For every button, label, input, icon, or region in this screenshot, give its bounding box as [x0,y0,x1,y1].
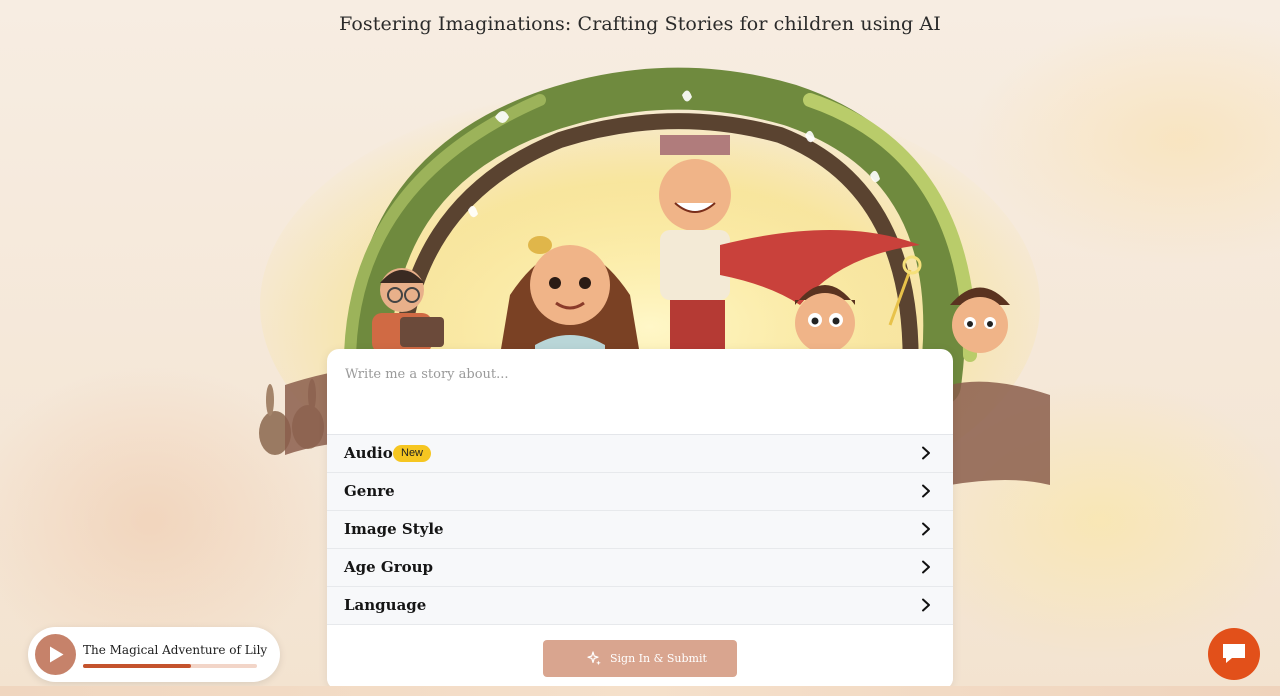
option-language-label: Language [344,596,427,614]
story-prompt-input[interactable] [345,367,935,422]
chevron-right-icon [922,560,930,574]
sparkles-icon [587,651,601,666]
story-form-card: Audio New Genre Image Style Age Group La… [327,349,953,690]
audio-progress-bar[interactable] [83,664,257,668]
story-prompt-area [327,349,953,435]
new-badge: New [393,445,432,462]
chat-button[interactable] [1208,628,1260,680]
option-audio-label: Audio [344,444,393,462]
chevron-right-icon [922,598,930,612]
option-language[interactable]: Language [327,587,953,625]
chevron-right-icon [922,522,930,536]
option-age-group-label: Age Group [344,558,434,576]
audio-title: The Magical Adventure of Lily [83,643,268,657]
page-bottom-edge [0,686,1280,696]
option-genre-label: Genre [344,482,395,500]
option-audio[interactable]: Audio New [327,435,953,473]
story-options-list: Audio New Genre Image Style Age Group La… [327,435,953,625]
page-subtitle: Fostering Imaginations: Crafting Stories… [339,13,941,35]
chevron-right-icon [922,484,930,498]
play-button[interactable] [35,634,76,675]
child-boy [795,285,855,353]
option-genre[interactable]: Genre [327,473,953,511]
play-icon [50,646,64,663]
option-age-group[interactable]: Age Group [327,549,953,587]
sign-in-submit-label: Sign In & Submit [610,652,707,665]
chevron-right-icon [922,446,930,460]
page-title-cropped [0,0,1280,8]
sign-in-submit-button[interactable]: Sign In & Submit [543,640,737,677]
audio-progress-fill [83,664,191,668]
option-image-style-label: Image Style [344,520,444,538]
option-image-style[interactable]: Image Style [327,511,953,549]
audio-player: The Magical Adventure of Lily [28,627,280,682]
chat-bubble-icon [1223,644,1245,663]
title-lettering-fragment [270,0,990,8]
story-form-footer: Sign In & Submit [327,626,953,690]
